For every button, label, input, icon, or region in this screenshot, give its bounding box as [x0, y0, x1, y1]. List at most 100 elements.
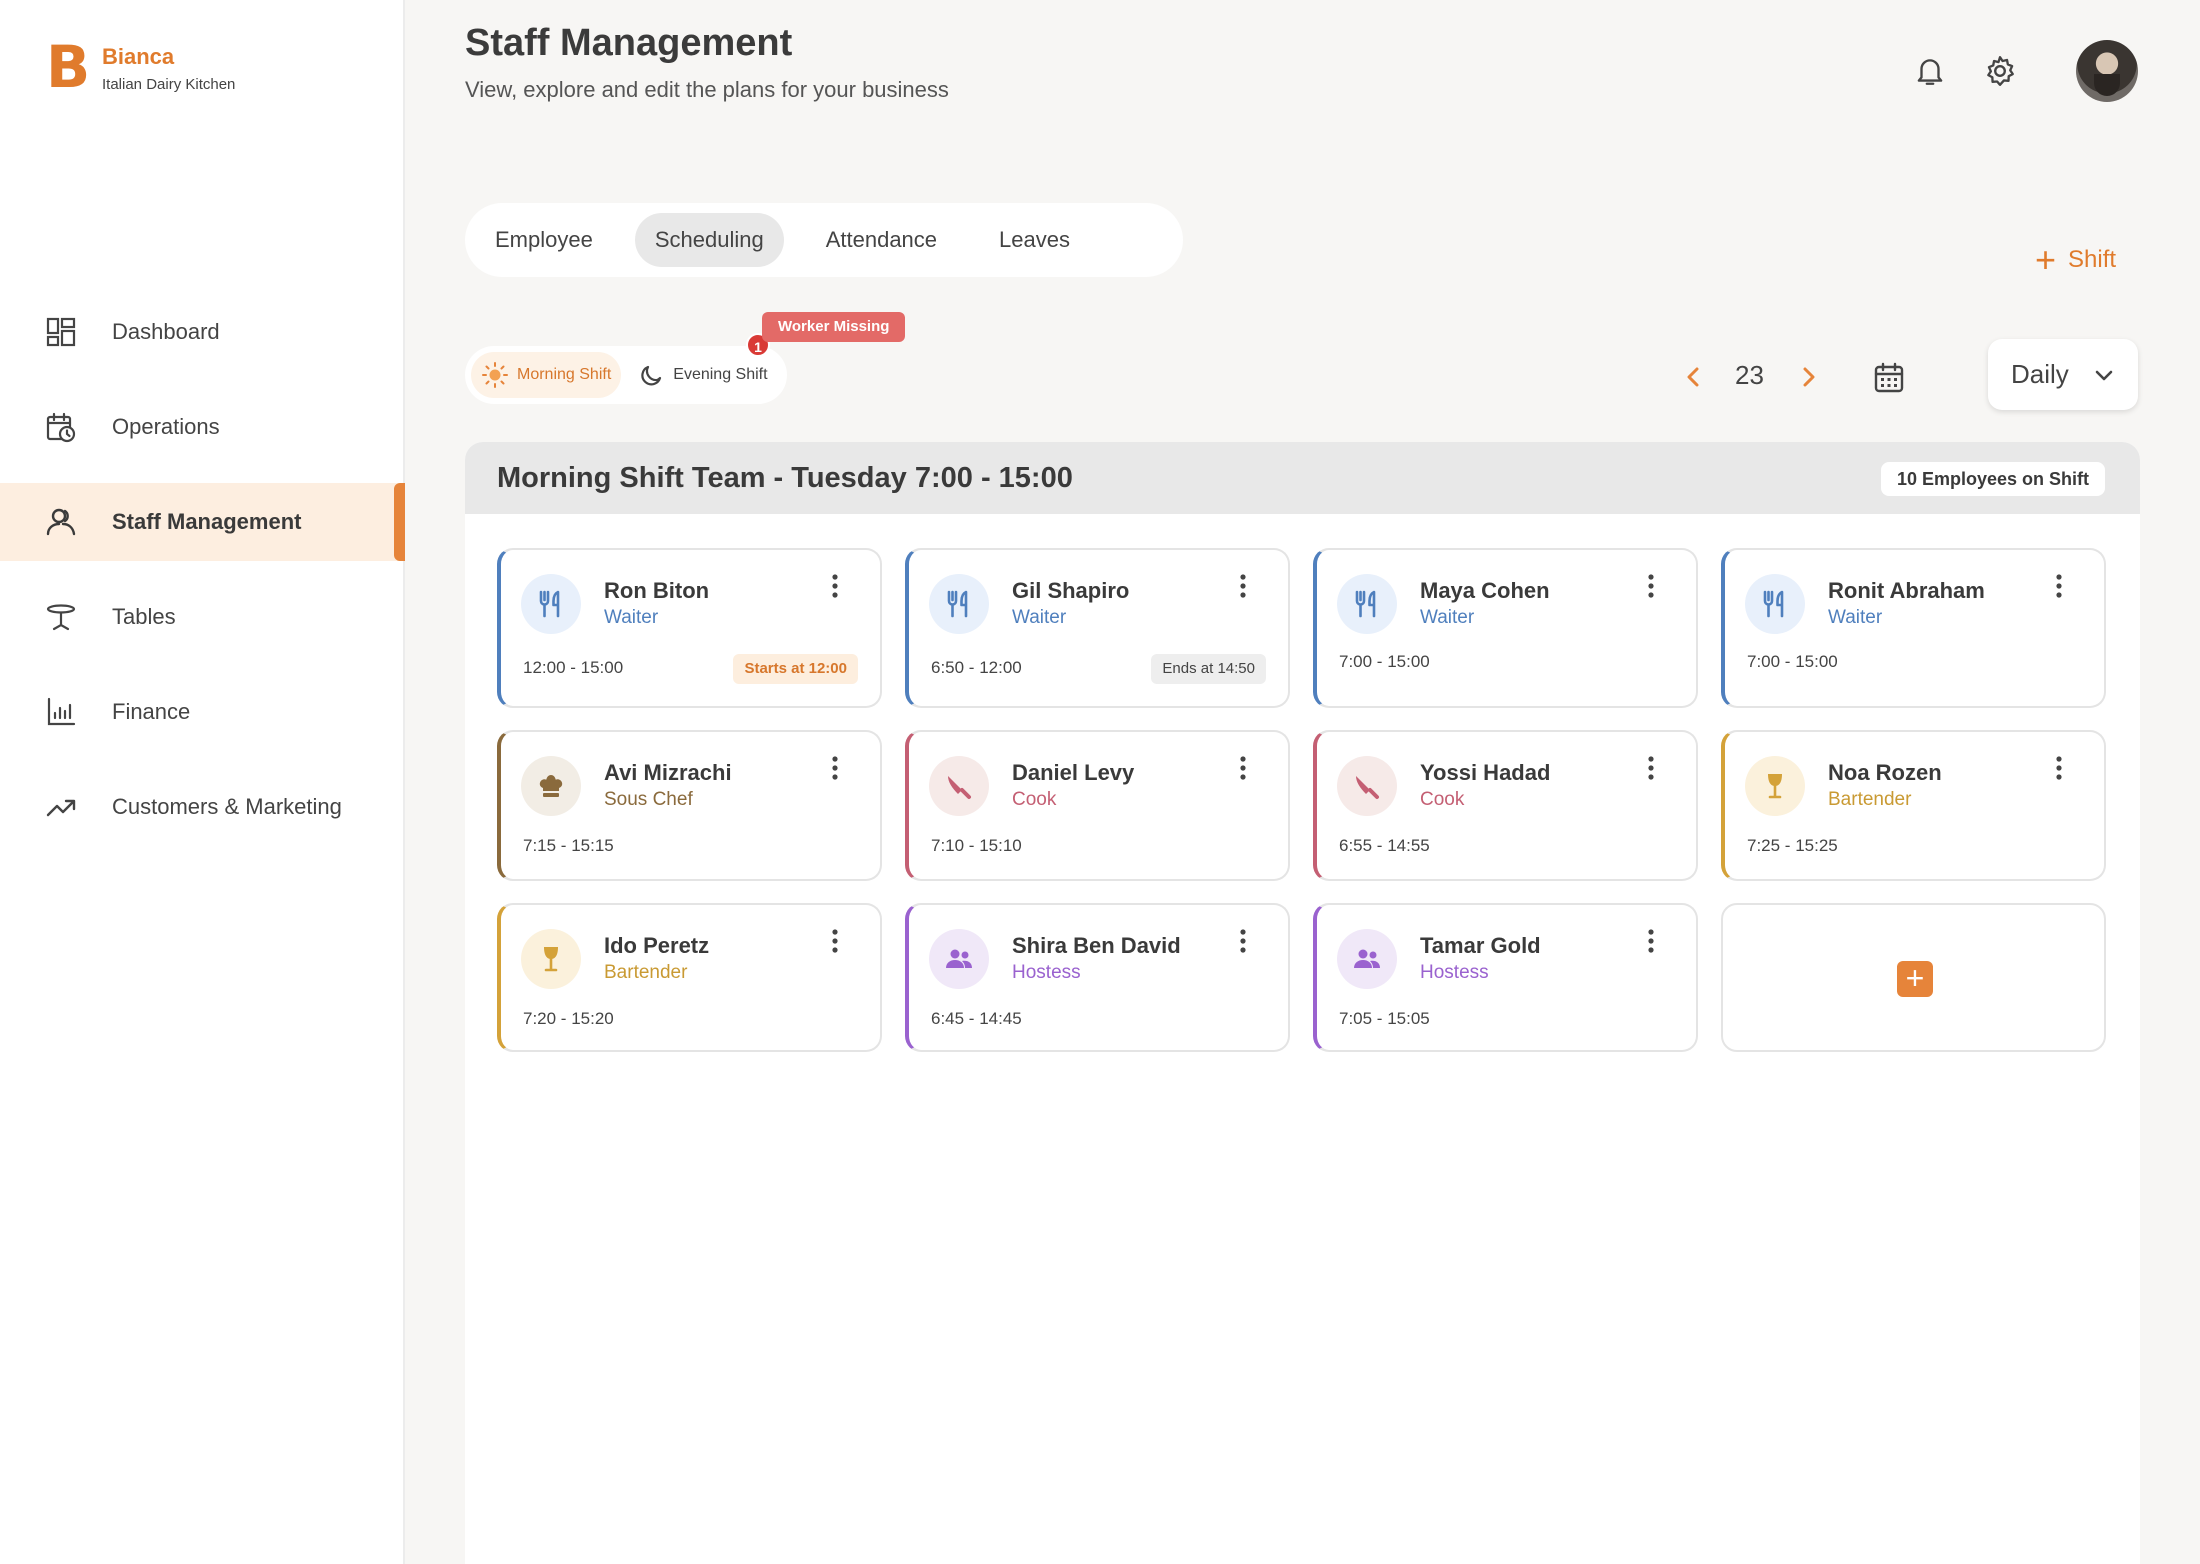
employee-name: Yossi Hadad [1420, 760, 1551, 785]
employee-time: 7:10 - 15:10 [931, 836, 1022, 855]
more-vertical-icon[interactable] [830, 754, 840, 782]
employee-role: Bartender [604, 962, 688, 983]
employee-role: Waiter [604, 607, 659, 628]
knife-icon [1337, 756, 1397, 816]
more-vertical-icon[interactable] [1646, 754, 1656, 782]
employee-name: Avi Mizrachi [604, 760, 732, 785]
sidebar-item-label: Operations [112, 414, 220, 439]
sidebar-item-finance[interactable]: Finance [0, 673, 405, 751]
chef-hat-icon [521, 756, 581, 816]
worker-missing-tag: Worker Missing [762, 312, 906, 342]
sidebar-item-label: Tables [112, 604, 176, 629]
wine-glass-icon [1745, 756, 1805, 816]
employee-time: 6:50 - 12:00 [931, 658, 1022, 677]
sidebar-item-customers-marketing[interactable]: Customers & Marketing [0, 768, 405, 846]
employee-card[interactable]: Ronit Abraham Waiter 7:00 - 15:00 [1721, 548, 2106, 708]
more-vertical-icon[interactable] [2054, 754, 2064, 782]
people-icon [929, 929, 989, 989]
sidebar-item-label: Staff Management [112, 509, 302, 534]
avatar[interactable] [2076, 40, 2138, 102]
bar-chart-icon [44, 695, 78, 729]
employee-role: Waiter [1420, 607, 1475, 628]
employee-name: Ron Biton [604, 578, 710, 603]
view-select-value: Daily [2011, 359, 2069, 389]
employee-card[interactable]: Noa Rozen Bartender 7:25 - 15:25 [1721, 730, 2106, 881]
calendar-icon[interactable] [1872, 361, 1906, 395]
add-shift-button[interactable]: + Shift [2035, 239, 2116, 280]
sidebar-item-operations[interactable]: Operations [0, 388, 405, 466]
employee-role: Sous Chef [604, 789, 693, 810]
more-vertical-icon[interactable] [2054, 572, 2064, 600]
employee-name: Noa Rozen [1828, 760, 1942, 785]
plus-icon: + [1897, 961, 1933, 997]
more-vertical-icon[interactable] [1646, 927, 1656, 955]
fork-knife-icon [1745, 574, 1805, 634]
employee-time: 6:55 - 14:55 [1339, 836, 1430, 855]
gear-icon[interactable] [1983, 54, 2017, 88]
employee-name: Ido Peretz [604, 933, 710, 958]
add-employee-card[interactable]: + [1721, 903, 2106, 1052]
employee-role: Waiter [1828, 607, 1883, 628]
employee-role: Hostess [1012, 962, 1081, 983]
more-vertical-icon[interactable] [830, 927, 840, 955]
sidebar-item-label: Dashboard [112, 319, 220, 344]
employee-time: 7:15 - 15:15 [523, 836, 614, 855]
chevron-right-icon[interactable] [1794, 362, 1822, 392]
tab-employee[interactable]: Employee [475, 213, 613, 267]
more-vertical-icon[interactable] [1646, 572, 1656, 600]
evening-shift-option[interactable]: Evening Shift [627, 352, 777, 398]
more-vertical-icon[interactable] [830, 572, 840, 600]
date-day: 23 [1735, 360, 1764, 390]
more-vertical-icon[interactable] [1238, 754, 1248, 782]
employee-card[interactable]: Ido Peretz Bartender 7:20 - 15:20 [497, 903, 882, 1052]
bell-icon[interactable] [1913, 54, 1947, 88]
chevron-left-icon[interactable] [1680, 362, 1708, 392]
employee-role: Cook [1012, 789, 1057, 810]
employee-name: Shira Ben David [1012, 933, 1181, 958]
more-vertical-icon[interactable] [1238, 572, 1248, 600]
brand[interactable]: B Bianca Italian Dairy Kitchen [46, 38, 236, 96]
employee-card[interactable]: Shira Ben David Hostess 6:45 - 14:45 [905, 903, 1290, 1052]
shift-note-tag: Ends at 14:50 [1151, 654, 1266, 684]
employee-time: 7:05 - 15:05 [1339, 1009, 1430, 1028]
staff-icon [44, 505, 78, 539]
view-select[interactable]: Daily [1988, 339, 2138, 410]
employee-name: Gil Shapiro [1012, 578, 1130, 603]
tab-leaves[interactable]: Leaves [979, 213, 1090, 267]
page-subtitle: View, explore and edit the plans for you… [465, 77, 949, 102]
brand-subtitle: Italian Dairy Kitchen [102, 76, 236, 93]
sidebar-item-staff-management[interactable]: Staff Management [0, 483, 405, 561]
plus-icon: + [2035, 239, 2057, 280]
employee-card[interactable]: Ron Biton Waiter 12:00 - 15:00 Starts at… [497, 548, 882, 708]
tab-attendance[interactable]: Attendance [806, 213, 957, 267]
people-icon [1337, 929, 1397, 989]
employee-card[interactable]: Maya Cohen Waiter 7:00 - 15:00 [1313, 548, 1698, 708]
employee-role: Cook [1420, 789, 1465, 810]
employee-card[interactable]: Daniel Levy Cook 7:10 - 15:10 [905, 730, 1290, 881]
employee-name: Ronit Abraham [1828, 578, 1985, 603]
morning-shift-option[interactable]: Morning Shift [471, 352, 622, 398]
sun-icon [482, 362, 508, 388]
employee-name: Daniel Levy [1012, 760, 1135, 785]
sidebar-item-tables[interactable]: Tables [0, 578, 405, 656]
employee-name: Maya Cohen [1420, 578, 1550, 603]
shift-note-tag: Starts at 12:00 [733, 654, 858, 684]
employee-card[interactable]: Gil Shapiro Waiter 6:50 - 12:00 Ends at … [905, 548, 1290, 708]
tab-scheduling[interactable]: Scheduling [634, 213, 784, 267]
employee-time: 6:45 - 14:45 [931, 1009, 1022, 1028]
employee-card[interactable]: Yossi Hadad Cook 6:55 - 14:55 [1313, 730, 1698, 881]
brand-name: Bianca [102, 44, 175, 69]
wine-glass-icon [521, 929, 581, 989]
chevron-down-icon [2095, 370, 2113, 381]
sidebar: B Bianca Italian Dairy Kitchen Dashboard [0, 0, 405, 1564]
more-vertical-icon[interactable] [1238, 927, 1248, 955]
employee-card[interactable]: Tamar Gold Hostess 7:05 - 15:05 [1313, 903, 1698, 1052]
evening-shift-label: Evening Shift [673, 366, 768, 383]
moon-icon [641, 365, 662, 386]
knife-icon [929, 756, 989, 816]
employee-time: 7:20 - 15:20 [523, 1009, 614, 1028]
employee-card[interactable]: Avi Mizrachi Sous Chef 7:15 - 15:15 [497, 730, 882, 881]
sidebar-item-dashboard[interactable]: Dashboard [0, 293, 405, 371]
table-icon [44, 600, 78, 634]
fork-knife-icon [521, 574, 581, 634]
